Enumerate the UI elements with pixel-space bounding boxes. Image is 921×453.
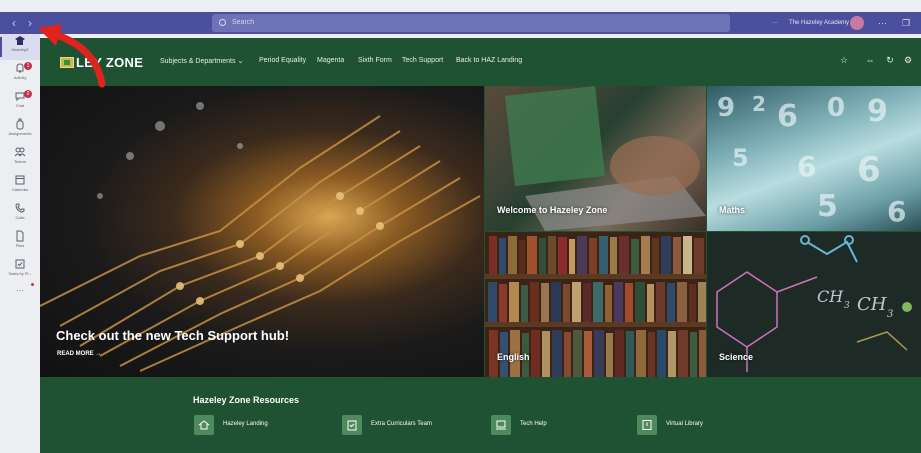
favorite-star-icon[interactable]: ☆	[839, 55, 849, 65]
svg-text:9: 9	[867, 94, 888, 129]
resource-icon-box	[342, 415, 362, 435]
title-bar: ‹ › Search ··· The Hazeley Academy ··· ❐	[0, 0, 921, 38]
hero-tile-welcome[interactable]: Welcome to Hazeley Zone	[485, 86, 706, 231]
resource-label: Tech Help	[520, 421, 547, 427]
backpack-icon	[16, 118, 24, 130]
resources-title: Hazeley Zone Resources	[193, 395, 300, 405]
avatar[interactable]	[850, 16, 864, 30]
rail-item-calls[interactable]: Calls	[0, 202, 40, 228]
hazeley-zone-site: LEY ZONE Subjects & Departments ⌄ Period…	[40, 38, 921, 453]
laptop-icon	[496, 420, 506, 430]
hero-tile-science[interactable]: CH 3 CH 3 Science	[707, 232, 921, 377]
rail-item-teams[interactable]: Teams	[0, 146, 40, 172]
hero-welcome-label: Welcome to Hazeley Zone	[497, 205, 608, 215]
site-header: LEY ZONE Subjects & Departments ⌄ Period…	[40, 38, 921, 86]
hero-tile-english[interactable]: English	[485, 232, 706, 377]
search-input[interactable]: Search	[212, 14, 730, 32]
svg-text:5: 5	[817, 189, 838, 224]
nav-magenta[interactable]: Magenta	[317, 57, 344, 64]
svg-text:CH: CH	[817, 287, 844, 306]
svg-text:6: 6	[857, 150, 881, 190]
svg-text:2: 2	[752, 92, 766, 116]
teams-window: ‹ › Search ··· The Hazeley Academy ··· ❐…	[0, 0, 921, 453]
calendar-icon	[15, 175, 25, 185]
tasks-icon	[15, 259, 25, 269]
org-name[interactable]: The Hazeley Academy	[789, 12, 849, 34]
home-icon	[198, 420, 210, 430]
svg-text:9: 9	[717, 93, 735, 123]
share-icon[interactable]: ⇔	[865, 55, 875, 65]
hero-main-caption: Check out the new Tech Support hub!	[56, 328, 290, 343]
clipboard-icon	[347, 420, 357, 431]
book-icon	[642, 420, 652, 430]
nav-period-equality[interactable]: Period Equality	[259, 57, 306, 64]
svg-text:0: 0	[827, 93, 845, 123]
nav-back-to-haz-landing[interactable]: Back to HAZ Landing	[456, 57, 522, 64]
rail-item-chat[interactable]: 2 Chat	[0, 90, 40, 116]
rail-item-calendar[interactable]: Calendar	[0, 174, 40, 200]
hero-maths-label: Maths	[719, 205, 746, 215]
back-button[interactable]: ‹	[12, 12, 16, 34]
search-icon	[219, 19, 226, 26]
svg-text:6: 6	[887, 195, 906, 228]
svg-text:3: 3	[887, 309, 893, 320]
resource-label: Virtual Library	[666, 421, 703, 427]
resources-section: Hazeley Zone Resources Hazeley Landing E…	[40, 377, 921, 453]
hero-tile-maths[interactable]: 92 60 95 66 56 Maths	[707, 86, 921, 231]
chat-badge: 2	[24, 90, 32, 98]
window-more-button[interactable]: ···	[878, 12, 887, 34]
svg-text:6: 6	[797, 150, 816, 183]
svg-text:CH: CH	[857, 294, 887, 315]
org-more-button[interactable]: ···	[772, 12, 778, 34]
hero-grid: Check out the new Tech Support hub! READ…	[40, 86, 921, 377]
rail-item-label: Calendar	[11, 187, 29, 192]
teams-icon	[14, 147, 26, 157]
rail-item-assignments[interactable]: Assignments	[0, 118, 40, 144]
hero-english-label: English	[497, 352, 530, 362]
more-apps-button[interactable]: ···	[0, 286, 40, 295]
app-rail: HazeleyZ 1 Activity 2 Chat Assignments T…	[0, 34, 40, 453]
nav-subjects-departments[interactable]: Subjects & Departments ⌄	[160, 57, 243, 65]
hero-tile-tech-support[interactable]: Check out the new Tech Support hub! READ…	[40, 86, 484, 377]
settings-icon[interactable]: ⚙	[903, 55, 913, 65]
resource-label: Hazeley Landing	[223, 421, 268, 427]
annotation-arrow-icon	[38, 24, 106, 88]
nav-sixth-form[interactable]: Sixth Form	[358, 57, 392, 64]
rail-item-label: Calls	[15, 215, 25, 220]
rail-item-label: Teams	[14, 159, 26, 164]
resource-label: Extra Curriculars Team	[371, 421, 432, 427]
chevron-down-icon: ⌄	[237, 58, 244, 65]
file-icon	[16, 230, 24, 242]
search-placeholder: Search	[232, 19, 255, 26]
resource-icon-box	[491, 415, 511, 435]
hero-science-label: Science	[719, 352, 754, 362]
rail-item-label: Files	[15, 243, 25, 248]
rail-item-label: Assignments	[8, 131, 32, 136]
svg-text:5: 5	[732, 144, 749, 172]
nav-tech-support[interactable]: Tech Support	[402, 57, 443, 64]
refresh-icon[interactable]: ↻	[885, 55, 895, 65]
window-restore-button[interactable]: ❐	[902, 12, 910, 34]
rail-item-files[interactable]: Files	[0, 230, 40, 256]
read-more-link[interactable]: READ MORE →	[57, 351, 101, 357]
svg-text:3: 3	[844, 301, 850, 311]
rail-item-label: Chat	[15, 103, 25, 108]
resource-icon-box	[637, 415, 657, 435]
svg-text:6: 6	[777, 99, 798, 134]
phone-icon	[15, 203, 25, 213]
school-icon	[15, 36, 25, 45]
nav-subjects-label: Subjects & Departments	[160, 58, 236, 65]
rail-item-label: Tasks by Pl...	[8, 271, 32, 276]
resource-icon-box	[194, 415, 214, 435]
rail-item-tasks[interactable]: Tasks by Pl...	[0, 258, 40, 284]
